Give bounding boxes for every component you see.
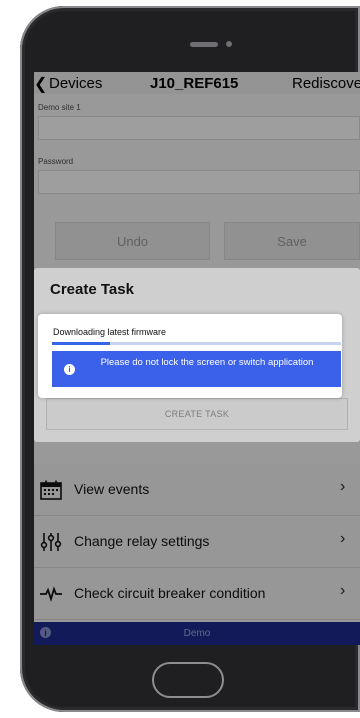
info-icon: i <box>64 364 75 375</box>
notice-text: Please do not lock the screen or switch … <box>100 357 314 368</box>
progress-status-text: Downloading latest firmware <box>53 327 167 337</box>
dialog-title: Create Task <box>50 281 134 298</box>
progress-bar <box>52 342 341 345</box>
progress-bar-fill <box>52 342 110 345</box>
phone-frame: ❮ Devices J10_REF615 Rediscover Demo sit… <box>20 6 360 712</box>
phone-speaker <box>190 42 218 47</box>
firmware-progress-card: Downloading latest firmware i Please do … <box>38 314 342 398</box>
create-task-button[interactable]: CREATE TASK <box>46 398 348 430</box>
app-screen: ❮ Devices J10_REF615 Rediscover Demo sit… <box>34 72 360 645</box>
home-button[interactable] <box>152 662 224 698</box>
phone-camera <box>226 41 232 47</box>
warning-notice: i Please do not lock the screen or switc… <box>52 351 341 387</box>
